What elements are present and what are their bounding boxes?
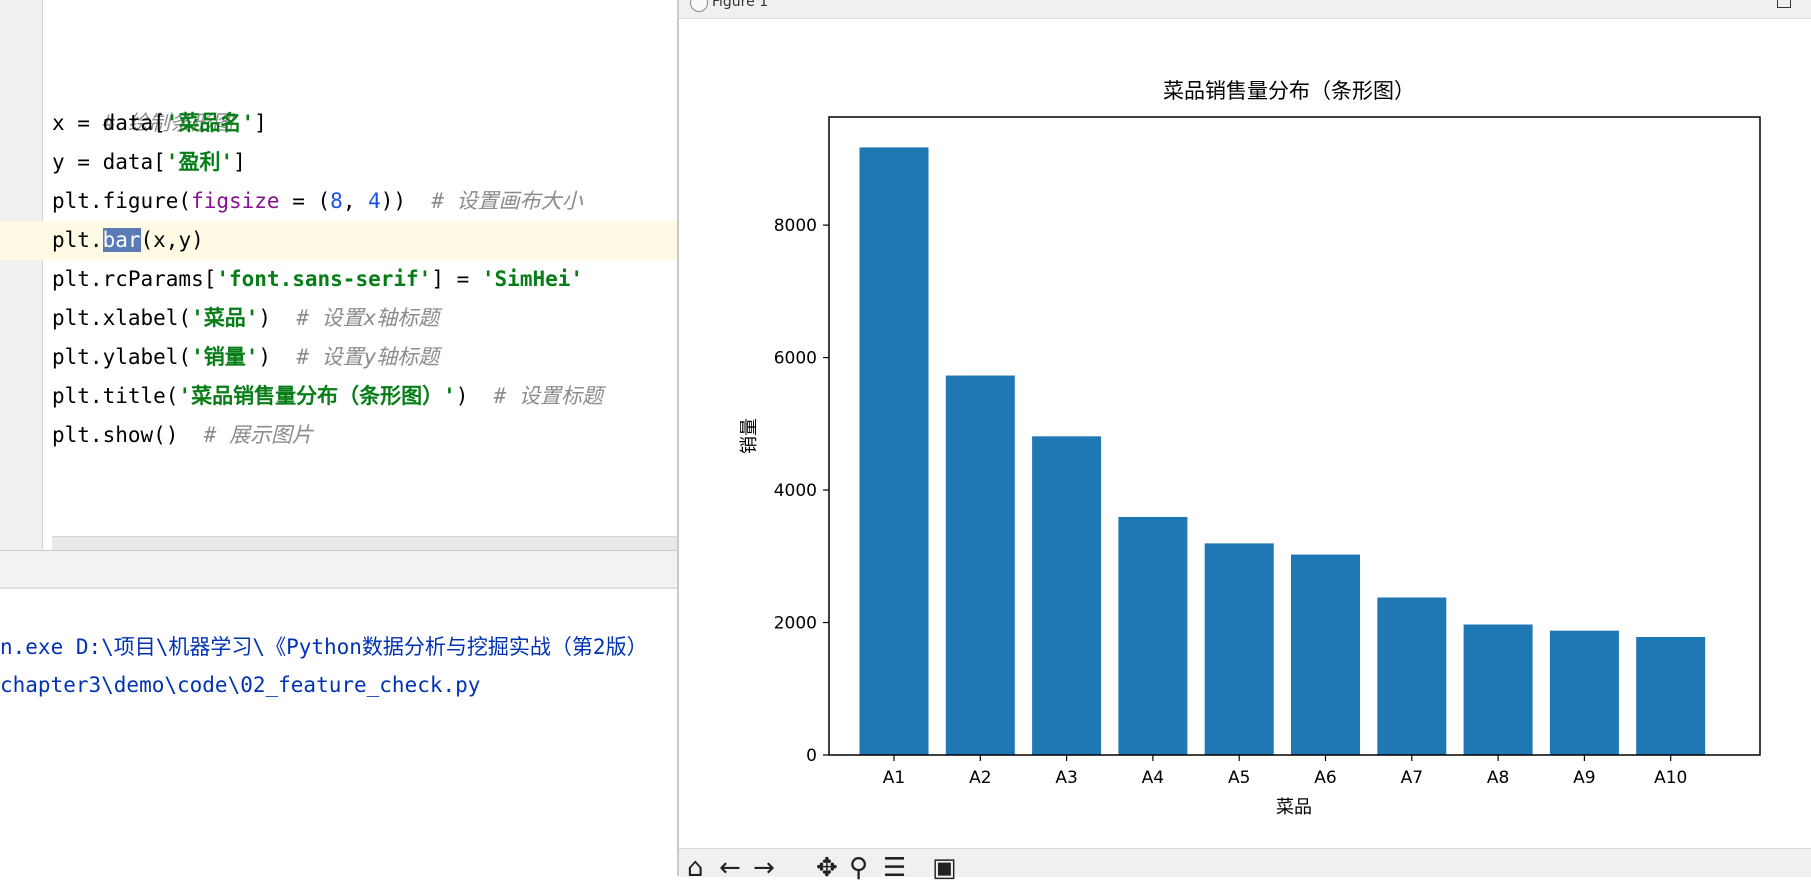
code-text: ): [258, 345, 297, 369]
y-tick-label: 6000: [774, 349, 817, 369]
code-text: plt.title(: [52, 384, 179, 408]
code-line-7[interactable]: plt.xlabel('菜品') # 设置x轴标题: [52, 299, 439, 338]
x-tick-label: A9: [1573, 768, 1595, 788]
editor-gutter: [0, 0, 43, 550]
bar-A7: [1377, 597, 1447, 755]
x-tick-label: A5: [1228, 768, 1250, 788]
code-text: y = data[: [52, 150, 166, 174]
bar-chart: 菜品销售量分布（条形图） 0 2000 4000 6000 8000 A1 A2 A3 A4 A…: [739, 79, 1761, 818]
code-line-8[interactable]: plt.ylabel('销量') # 设置y轴标题: [52, 338, 439, 377]
string-literal: '销量': [191, 345, 259, 369]
x-tick-label: A10: [1654, 768, 1687, 788]
tool-window-header: [0, 550, 677, 588]
code-text: x = data[: [52, 111, 166, 135]
x-tick-label: A2: [969, 768, 991, 788]
x-tick-label: A6: [1314, 768, 1336, 788]
chart-title: 菜品销售量分布（条形图）: [1163, 79, 1415, 103]
string-literal: 'SimHei': [481, 267, 584, 291]
code-line-2[interactable]: x = data['菜品名']: [52, 104, 267, 143]
number-literal: 8: [330, 189, 343, 213]
zoom-icon[interactable]: ⚲: [849, 853, 868, 883]
code-line-5[interactable]: plt.bar(x,y): [52, 221, 204, 260]
bar-A2: [945, 375, 1015, 755]
y-tick-label: 2000: [774, 614, 817, 634]
code-text: plt.show(): [52, 423, 204, 447]
comment: # 展示图片: [203, 423, 314, 447]
console-line-2: chapter3\demo\code\02_feature_check.py: [0, 673, 481, 697]
x-tick-label: A1: [883, 768, 905, 788]
code-line-4[interactable]: plt.figure(figsize = (8, 4)) # 设置画布大小: [52, 182, 583, 221]
figure-window: Figure 1 菜品销售量分布（条形图） 0 2000 4000 6000 8000 …: [677, 0, 1811, 883]
configure-subplots-icon[interactable]: ☰: [883, 853, 906, 883]
home-icon[interactable]: ⌂: [687, 853, 704, 883]
y-tick-label: 0: [806, 746, 817, 766]
bar-A4: [1118, 516, 1188, 755]
number-literal: 4: [368, 189, 381, 213]
code-text: plt.ylabel(: [52, 345, 192, 369]
comment: # 设置标题: [493, 384, 603, 408]
code-text: plt.: [52, 228, 103, 252]
comment: # 设置y轴标题: [296, 345, 440, 369]
x-axis-label: 菜品: [1276, 797, 1312, 818]
code-line-1[interactable]: # 绘制条形图: [52, 65, 233, 135]
x-tick-label: A7: [1401, 768, 1423, 788]
selected-text[interactable]: bar: [102, 228, 141, 252]
pan-icon[interactable]: ✥: [816, 853, 838, 883]
maximize-icon[interactable]: [1777, 0, 1791, 8]
bar-A10: [1636, 636, 1706, 755]
horizontal-scrollbar[interactable]: [52, 536, 677, 550]
code-text: (x,y): [140, 228, 204, 252]
bar-A6: [1291, 554, 1360, 755]
code-text: plt.xlabel(: [52, 306, 192, 330]
code-line-10[interactable]: plt.show() # 展示图片: [52, 416, 313, 455]
string-literal: '盈利': [165, 150, 234, 174]
code-text: plt.rcParams[: [52, 267, 217, 291]
x-tick-label: A3: [1055, 768, 1077, 788]
figure-titlebar[interactable]: Figure 1: [679, 0, 1811, 19]
run-console[interactable]: n.exe D:\项目\机器学习\《Python数据分析与挖掘实战（第2版） c…: [0, 589, 677, 876]
code-text: plt.figure(: [52, 189, 192, 213]
x-tick-label: A4: [1142, 768, 1164, 788]
console-line-1: n.exe D:\项目\机器学习\《Python数据分析与挖掘实战（第2版）: [0, 635, 648, 659]
keyword-arg: figsize: [191, 189, 280, 213]
matplotlib-icon: [690, 0, 708, 12]
code-text: )): [380, 189, 432, 213]
bar-A1: [859, 147, 929, 756]
bar-A5: [1204, 543, 1274, 755]
y-tick-label: 8000: [774, 216, 817, 236]
string-literal: 'font.sans-serif': [216, 267, 432, 291]
y-axis-label: 销量: [739, 418, 760, 454]
comment: # 设置画布大小: [431, 189, 583, 213]
code-line-3[interactable]: y = data['盈利']: [52, 143, 246, 182]
code-line-6[interactable]: plt.rcParams['font.sans-serif'] = 'SimHe…: [52, 260, 583, 299]
string-literal: '菜品名': [165, 111, 255, 135]
comment: # 设置x轴标题: [296, 306, 440, 330]
string-literal: '菜品': [191, 306, 259, 330]
bar-A8: [1463, 624, 1533, 755]
code-text: ]: [233, 150, 246, 174]
save-icon[interactable]: ▣: [932, 853, 957, 883]
string-literal: '菜品销售量分布（条形图）': [178, 384, 456, 408]
code-text: ): [258, 306, 297, 330]
code-editor[interactable]: # 绘制条形图 x = data['菜品名'] y = data['盈利'] p…: [0, 0, 677, 550]
figure-title: Figure 1: [712, 0, 769, 10]
code-line-9[interactable]: plt.title('菜品销售量分布（条形图）') # 设置标题: [52, 377, 603, 416]
code-text: ] =: [431, 267, 482, 291]
y-tick-label: 4000: [774, 481, 817, 501]
bar-A9: [1549, 630, 1619, 755]
x-tick-label: A8: [1487, 768, 1509, 788]
code-text: ]: [254, 111, 267, 135]
code-text: ): [455, 384, 494, 408]
forward-icon[interactable]: →: [753, 853, 775, 883]
code-text: ,: [342, 189, 369, 213]
back-icon[interactable]: ←: [719, 853, 741, 883]
bar-A3: [1032, 436, 1102, 755]
code-text: = (: [279, 189, 331, 213]
figure-toolbar: ⌂ ← → ✥ ⚲ ☰ ▣: [679, 848, 1811, 883]
